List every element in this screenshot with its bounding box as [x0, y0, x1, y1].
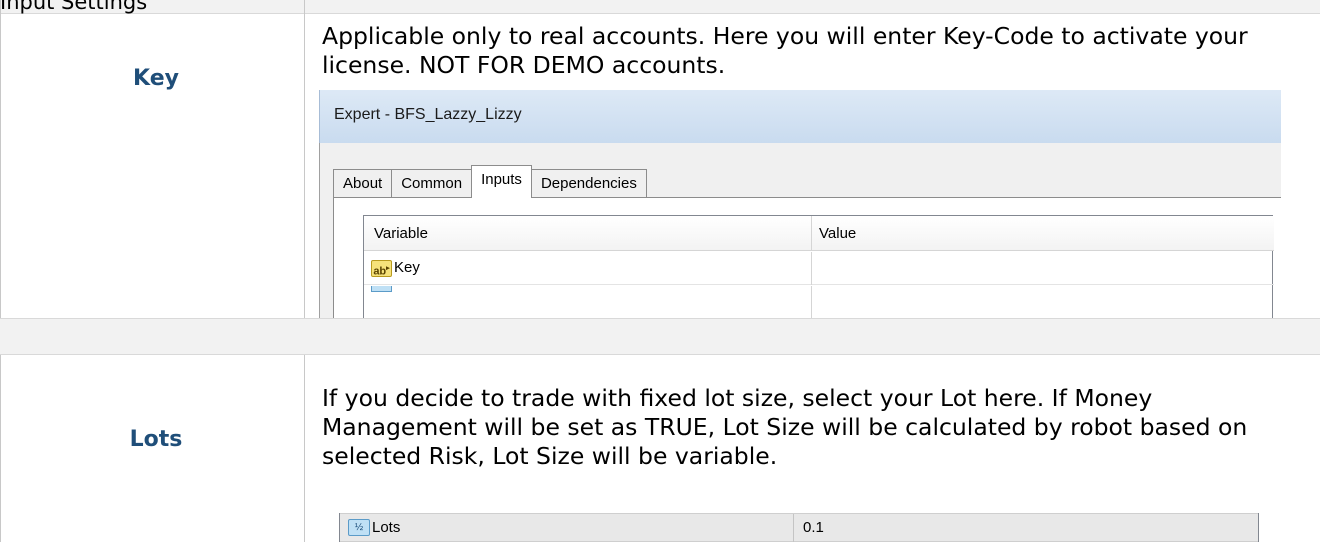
partial-row-icon: [371, 286, 392, 292]
ab-string-icon: ab▸: [371, 260, 392, 278]
column-header-value[interactable]: Value: [819, 225, 856, 242]
tab-dependencies[interactable]: Dependencies: [530, 169, 647, 198]
dialog-title-bar: Expert - BFS_Lazzy_Lizzy: [319, 90, 1281, 143]
column-divider: [811, 286, 812, 318]
variable-name: Lots: [372, 519, 401, 536]
variable-value[interactable]: 0.1: [803, 519, 824, 536]
tab-common[interactable]: Common: [391, 169, 473, 198]
tab-inputs[interactable]: Inputs: [471, 165, 532, 198]
tab-about[interactable]: About: [333, 169, 393, 198]
column-divider: [793, 514, 794, 542]
table-column-divider: [304, 0, 305, 542]
table-row[interactable]: [364, 286, 1274, 318]
variable-name: Key: [394, 259, 420, 276]
key-label: Key: [133, 66, 179, 91]
dialog-body: About Common Inputs Dependencies Variabl…: [319, 143, 1281, 318]
column-header-variable[interactable]: Variable: [374, 225, 428, 242]
lots-description: If you decide to trade with fixed lot si…: [322, 384, 1248, 470]
grid-header: Variable Value: [364, 216, 1274, 251]
dialog-title: Expert - BFS_Lazzy_Lizzy: [334, 106, 522, 123]
inputs-grid: Variable Value ab▸ Key: [363, 215, 1274, 318]
key-description: Applicable only to real accounts. Here y…: [322, 22, 1248, 79]
fraction-double-icon: ½: [348, 519, 370, 536]
inputs-tab-panel: Variable Value ab▸ Key: [333, 197, 1281, 318]
dialog-tabstrip: About Common Inputs Dependencies: [333, 165, 647, 198]
section-header-band: Input Settings: [0, 0, 1320, 14]
table-left-border: [0, 0, 1, 542]
table-row[interactable]: ½ Lots 0.1: [340, 513, 1258, 542]
column-divider[interactable]: [811, 216, 812, 251]
section-header-text: Input Settings: [0, 0, 148, 14]
expert-properties-dialog: Expert - BFS_Lazzy_Lizzy About Common In…: [319, 90, 1281, 318]
table-row[interactable]: ab▸ Key: [364, 252, 1274, 285]
lots-inputs-table: ½ Lots 0.1: [339, 513, 1259, 542]
lots-label: Lots: [129, 427, 183, 452]
section-separator-band: [0, 318, 1320, 355]
column-divider: [811, 252, 812, 285]
